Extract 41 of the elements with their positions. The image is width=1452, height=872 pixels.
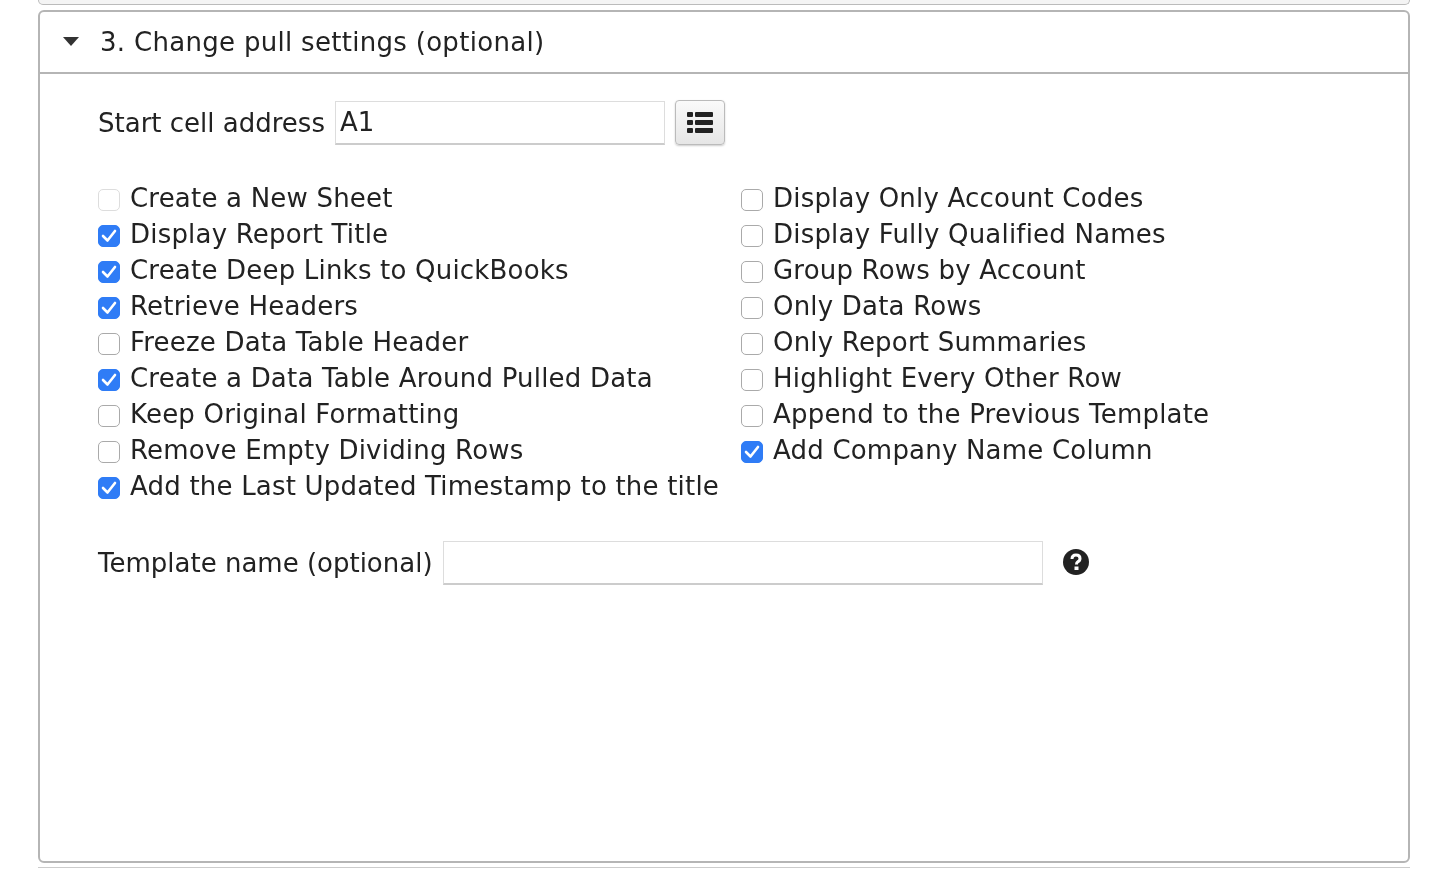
list-icon <box>686 111 713 134</box>
field-label: Template name (optional) <box>98 548 433 578</box>
checkbox-label[interactable]: Retrieve Headers <box>130 291 359 321</box>
checkbox-label[interactable]: Freeze Data Table Header <box>130 327 469 357</box>
checkbox[interactable] <box>741 369 763 391</box>
checkbox[interactable] <box>741 261 763 283</box>
checkbox-label[interactable]: Add Company Name Column <box>773 435 1153 465</box>
checkbox[interactable] <box>741 189 763 211</box>
checkbox-label[interactable]: Highlight Every Other Row <box>773 363 1122 393</box>
section-title[interactable]: 3. Change pull settings (optional) <box>100 27 545 57</box>
checkbox-label[interactable]: Remove Empty Dividing Rows <box>130 435 524 465</box>
start-cell-field[interactable]: A1 <box>334 100 665 145</box>
checkbox-label[interactable]: Create a Data Table Around Pulled Data <box>130 363 653 393</box>
help-icon[interactable] <box>1062 549 1089 575</box>
checkbox[interactable] <box>98 261 120 283</box>
field-label: Start cell address <box>98 107 325 138</box>
checkbox-label[interactable]: Append to the Previous Template <box>773 399 1210 429</box>
checkbox[interactable] <box>741 225 763 247</box>
checkbox-label[interactable]: Only Report Summaries <box>773 327 1087 357</box>
checkbox[interactable] <box>741 297 763 319</box>
checkbox[interactable] <box>741 405 763 427</box>
checkbox[interactable] <box>741 441 763 463</box>
checkbox[interactable] <box>98 369 120 391</box>
list-button[interactable] <box>674 100 725 145</box>
caret-icon[interactable] <box>63 37 79 47</box>
checkbox[interactable] <box>98 333 120 355</box>
checkbox-label[interactable]: Only Data Rows <box>773 291 982 321</box>
checkbox[interactable] <box>98 297 120 319</box>
checkbox[interactable] <box>98 405 120 427</box>
checkbox-label[interactable]: Keep Original Formatting <box>130 399 460 429</box>
checkbox-label[interactable]: Display Fully Qualified Names <box>773 219 1166 249</box>
checkbox-label[interactable]: Display Only Account Codes <box>773 183 1144 213</box>
template-name-field[interactable] <box>442 541 1043 585</box>
checkbox[interactable] <box>98 225 120 247</box>
checkbox[interactable] <box>98 477 120 499</box>
checkbox-label[interactable]: Group Rows by Account <box>773 255 1086 285</box>
checkbox-label[interactable]: Display Report Title <box>130 219 389 249</box>
checkbox[interactable] <box>98 441 120 463</box>
checkbox-label[interactable]: Add the Last Updated Timestamp to the title <box>130 471 720 501</box>
checkbox[interactable] <box>741 333 763 355</box>
checkbox-label[interactable]: Create Deep Links to QuickBooks <box>130 255 569 285</box>
